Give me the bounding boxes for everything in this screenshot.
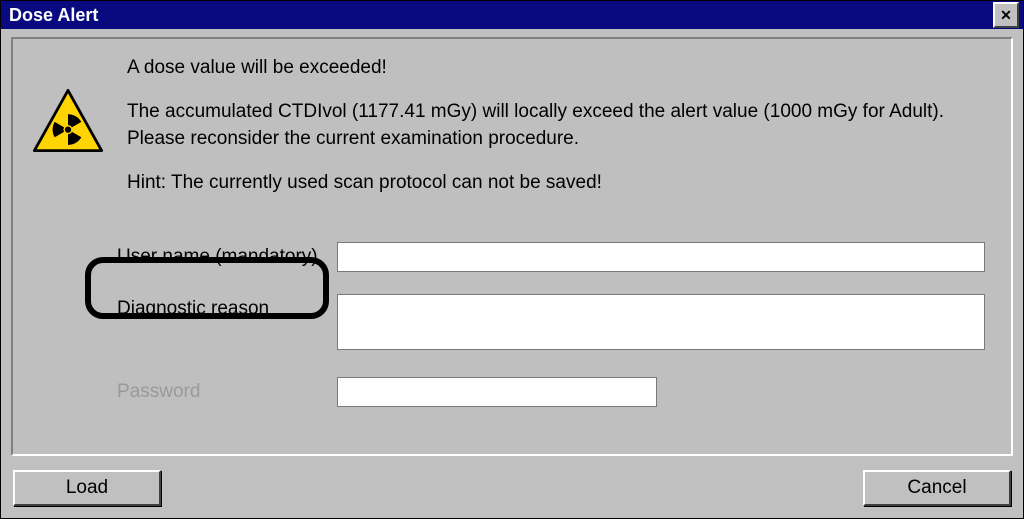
username-label: User name (mandatory) (117, 242, 337, 268)
message-headline: A dose value will be exceeded! (127, 55, 991, 81)
reason-row: Diagnostic reason (117, 294, 985, 355)
username-input[interactable] (337, 242, 985, 272)
cancel-button[interactable]: Cancel (863, 470, 1011, 506)
dose-alert-dialog: Dose Alert ✕ (0, 0, 1024, 519)
diagnostic-reason-input[interactable] (337, 294, 985, 350)
radiation-warning-icon (33, 89, 103, 157)
titlebar: Dose Alert ✕ (1, 1, 1023, 29)
message-detail-1: The accumulated CTDIvol (1177.41 mGy) wi… (127, 99, 991, 125)
username-row: User name (mandatory) (117, 242, 985, 272)
message-detail-2: Please reconsider the current examinatio… (127, 126, 991, 152)
message-hint: Hint: The currently used scan protocol c… (127, 170, 991, 196)
reason-label: Diagnostic reason (117, 294, 337, 320)
message-row: A dose value will be exceeded! The accum… (33, 55, 991, 214)
load-button[interactable]: Load (13, 470, 161, 506)
password-label: Password (117, 377, 337, 403)
button-bar: Load Cancel (13, 470, 1011, 506)
message-text: A dose value will be exceeded! The accum… (127, 55, 991, 214)
password-row: Password (117, 377, 985, 407)
window-title: Dose Alert (9, 5, 98, 26)
dialog-body: A dose value will be exceeded! The accum… (11, 37, 1013, 456)
close-icon: ✕ (1000, 8, 1012, 22)
close-button[interactable]: ✕ (993, 2, 1019, 28)
password-input[interactable] (337, 377, 657, 407)
credentials-form: User name (mandatory) Diagnostic reason … (117, 242, 985, 407)
